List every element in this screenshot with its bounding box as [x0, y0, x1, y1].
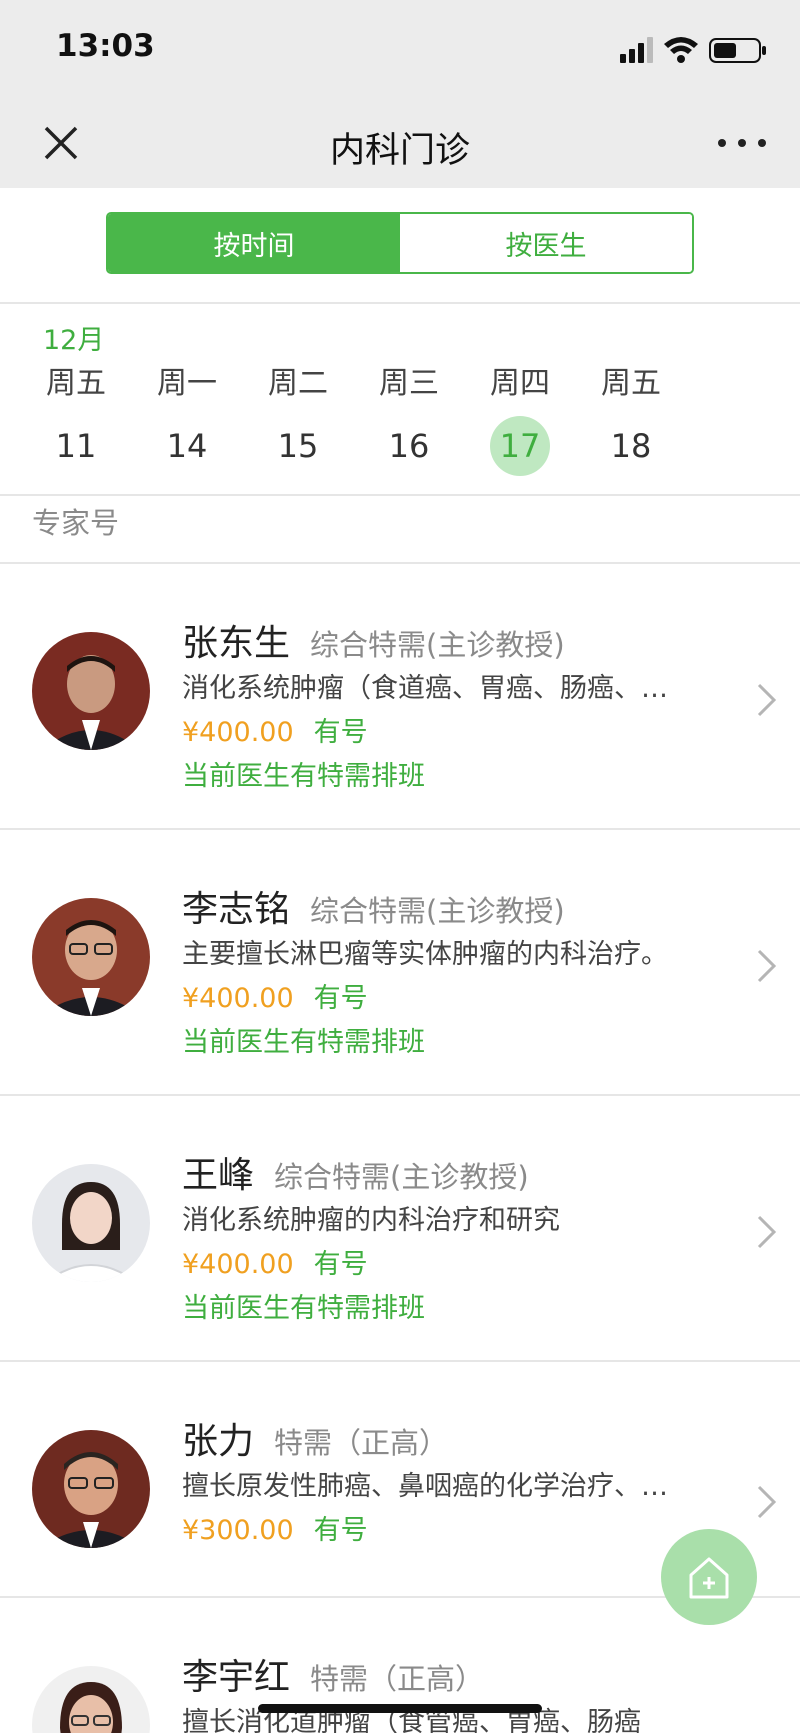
home-icon: [689, 1557, 729, 1599]
schedule-note: 当前医生有特需排班: [182, 1293, 425, 1324]
nav-bar: 内科门诊: [0, 100, 800, 188]
price: ¥400.00: [182, 983, 294, 1014]
month-label: 12月: [43, 325, 105, 356]
doctor-name: 张东生: [182, 623, 291, 664]
avatar: [32, 1430, 150, 1548]
doctor-name: 张力: [182, 1421, 255, 1462]
doctor-card[interactable]: 王峰 综合特需(主诊教授) 消化系统肿瘤的内科治疗和研究 ¥400.00 有号 当前…: [0, 1096, 800, 1362]
doctor-title: 特需（正高）: [310, 1662, 485, 1696]
doctor-name: 李宇红: [182, 1657, 291, 1698]
doctor-price-line: ¥400.00 有号: [182, 976, 368, 1015]
doctor-title: 特需（正高）: [274, 1426, 449, 1460]
date-cell[interactable]: 16: [353, 416, 465, 476]
home-button[interactable]: [661, 1529, 757, 1625]
section-label: 专家号: [32, 506, 120, 540]
doctor-name: 李志铭: [182, 889, 291, 930]
avatar: [32, 1164, 150, 1282]
status-bar: 13:03: [0, 0, 800, 100]
price: ¥400.00: [182, 1249, 294, 1280]
availability: 有号: [313, 1515, 368, 1546]
doctor-name-line: 张东生 综合特需(主诊教授): [182, 614, 565, 666]
weekday-label: 周五: [46, 366, 106, 401]
more-icon[interactable]: [714, 122, 770, 164]
weekday-label: 周四: [490, 366, 550, 401]
date-cell[interactable]: 14: [131, 416, 243, 476]
weekday-label: 周三: [379, 366, 439, 401]
status-icons: [620, 37, 766, 63]
doctor-title: 综合特需(主诊教授): [274, 1160, 529, 1194]
status-time: 13:03: [56, 28, 155, 64]
chevron-right-icon: [757, 1215, 777, 1249]
divider: [0, 494, 800, 496]
doctor-card[interactable]: 张东生 综合特需(主诊教授) 消化系统肿瘤（食道癌、胃癌、肠癌、… ¥400.00…: [0, 564, 800, 830]
availability: 有号: [313, 1249, 368, 1280]
availability: 有号: [313, 717, 368, 748]
doctor-price-line: ¥300.00 有号: [182, 1508, 368, 1547]
tab-by-doctor[interactable]: 按医生: [400, 214, 692, 272]
doctor-name-line: 王峰 综合特需(主诊教授): [182, 1146, 529, 1198]
date-number: 17: [490, 416, 550, 476]
signal-icon: [620, 37, 653, 63]
battery-icon: [709, 38, 766, 63]
doctor-name-line: 李宇红 特需（正高）: [182, 1648, 484, 1700]
date-number: 18: [610, 427, 652, 465]
doctor-card[interactable]: 李志铭 综合特需(主诊教授) 主要擅长淋巴瘤等实体肿瘤的内科治疗。 ¥400.00…: [0, 830, 800, 1096]
wifi-icon: [664, 37, 698, 63]
doctor-price-line: ¥400.00 有号: [182, 1242, 368, 1281]
chevron-right-icon: [757, 1485, 777, 1519]
weekday-label: 周二: [268, 366, 328, 401]
date-row: 11 14 15 16 17 18: [20, 416, 690, 476]
doctor-specialty: 擅长原发性肺癌、鼻咽癌的化学治疗、…: [182, 1471, 668, 1502]
chevron-right-icon: [757, 949, 777, 983]
avatar: [32, 632, 150, 750]
doctor-price-line: ¥400.00 有号: [182, 710, 368, 749]
doctor-specialty: 主要擅长淋巴瘤等实体肿瘤的内科治疗。: [182, 939, 668, 970]
date-cell[interactable]: 15: [242, 416, 354, 476]
date-cell[interactable]: 18: [575, 416, 687, 476]
price: ¥400.00: [182, 717, 294, 748]
tab-by-time[interactable]: 按时间: [108, 214, 400, 272]
doctor-specialty: 消化系统肿瘤的内科治疗和研究: [182, 1205, 560, 1236]
divider: [0, 302, 800, 304]
doctor-title: 综合特需(主诊教授): [310, 628, 565, 662]
doctor-name: 王峰: [182, 1155, 255, 1196]
doctor-specialty: 消化系统肿瘤（食道癌、胃癌、肠癌、…: [182, 673, 668, 704]
chevron-right-icon: [757, 683, 777, 717]
schedule-note: 当前医生有特需排班: [182, 761, 425, 792]
price: ¥300.00: [182, 1515, 294, 1546]
home-indicator: [258, 1704, 542, 1713]
avatar: [32, 898, 150, 1016]
weekday-row: 周五 周一 周二 周三 周四 周五: [20, 358, 690, 402]
doctor-title: 综合特需(主诊教授): [310, 894, 565, 928]
availability: 有号: [313, 983, 368, 1014]
page-title: 内科门诊: [329, 131, 470, 171]
weekday-label: 周五: [601, 366, 661, 401]
weekday-label: 周一: [157, 366, 217, 401]
date-number: 14: [166, 427, 208, 465]
date-number: 11: [55, 427, 97, 465]
view-toggle: 按时间 按医生: [106, 212, 694, 274]
doctor-name-line: 李志铭 综合特需(主诊教授): [182, 880, 565, 932]
date-cell[interactable]: 11: [20, 416, 132, 476]
date-number: 15: [277, 427, 319, 465]
date-number: 16: [388, 427, 430, 465]
doctor-name-line: 张力 特需（正高）: [182, 1412, 448, 1464]
schedule-note: 当前医生有特需排班: [182, 1027, 425, 1058]
date-cell-selected[interactable]: 17: [464, 416, 576, 476]
avatar: [32, 1666, 150, 1733]
